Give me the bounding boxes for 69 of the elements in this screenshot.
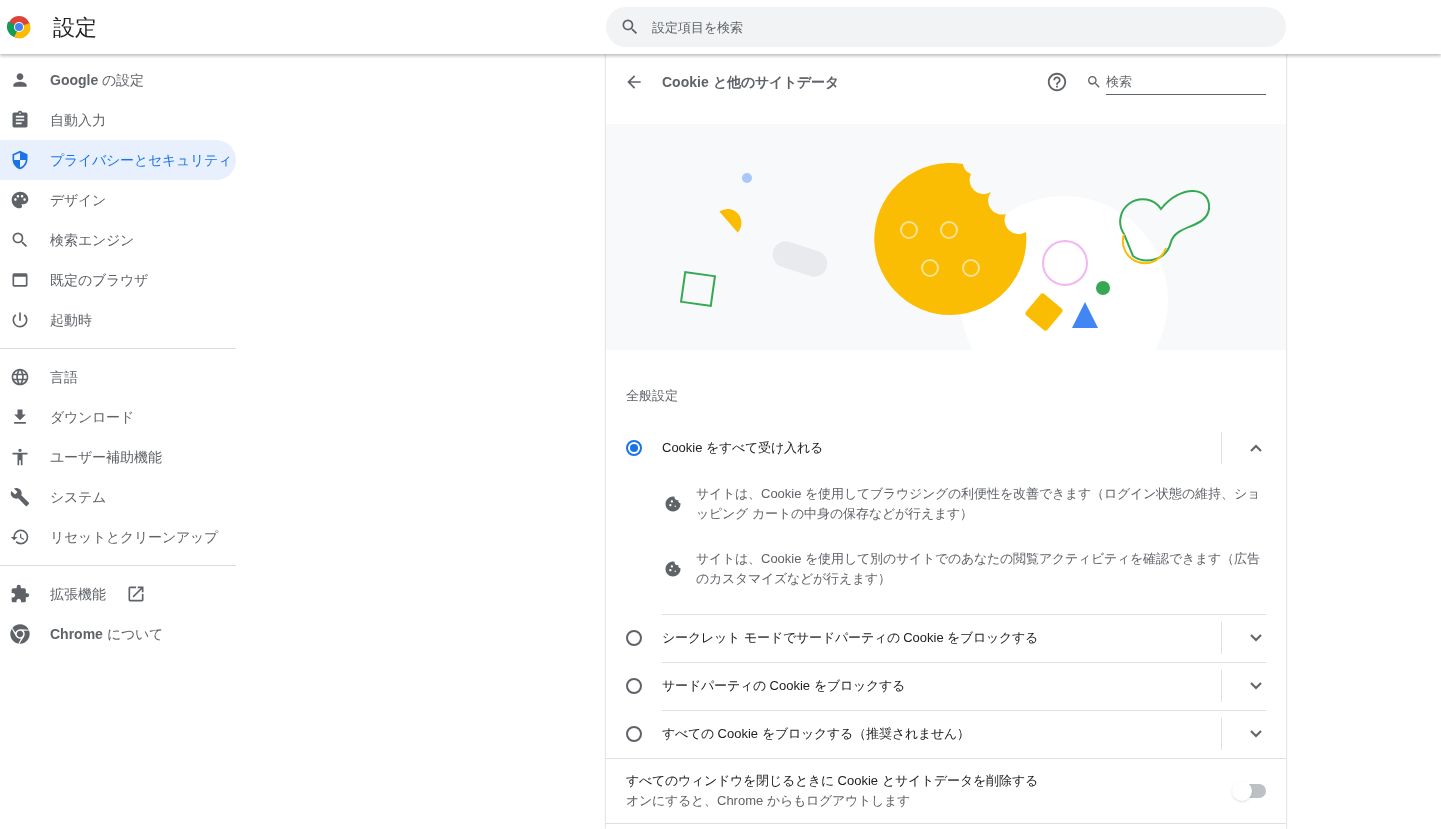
option-description: サイトは、Cookie を使用してブラウジングの利便性を改善できます（ログイン状態の維持、ショッピング カートの中身の保存などが行えます） — [696, 485, 1262, 523]
chevron-down-icon — [1250, 682, 1262, 690]
sidebar-item-label: 拡張機能 — [50, 584, 106, 604]
chevron-down-icon — [1250, 730, 1262, 738]
sidebar-item[interactable]: Google の設定 — [0, 60, 236, 100]
sidebar-item-label: デザイン — [50, 190, 106, 210]
accessibility-icon — [10, 447, 30, 467]
sidebar-item-label: ユーザー補助機能 — [50, 447, 162, 467]
power-icon — [10, 310, 30, 330]
sidebar-item-label: プライバシーとセキュリティ — [50, 150, 232, 170]
chrome-logo-icon — [7, 15, 31, 39]
sidebar-item[interactable]: 言語 — [0, 357, 236, 397]
search-icon — [1086, 74, 1102, 90]
sidebar-item[interactable]: システム — [0, 477, 236, 517]
search-field[interactable]: 検索 — [1106, 69, 1266, 95]
chevron-up-icon — [1250, 443, 1262, 452]
help-icon[interactable] — [1046, 71, 1068, 93]
external-link-icon — [126, 584, 146, 604]
search-field[interactable]: 設定項目を検索 — [606, 7, 1286, 47]
palette-icon — [10, 190, 30, 210]
sidebar-item[interactable]: リセットとクリーンアップ — [0, 517, 236, 557]
sidebar-item[interactable]: プライバシーとセキュリティ — [0, 140, 236, 180]
puzzle-icon — [10, 584, 30, 604]
sidebar-item-label: 既定のブラウザ — [50, 270, 148, 290]
sidebar-item-label: 自動入力 — [50, 110, 106, 130]
option-label: シークレット モードでサードパーティの Cookie をブロックする — [662, 629, 1040, 648]
search-icon — [620, 17, 640, 37]
history-icon — [10, 527, 30, 547]
cookie-icon — [664, 560, 682, 578]
radio-button[interactable] — [626, 677, 642, 694]
sidebar-item[interactable]: Chrome について — [0, 614, 236, 654]
sidebar-item-label: Google の設定 — [50, 70, 145, 90]
radio-button[interactable] — [626, 725, 642, 742]
option-label: サードパーティの Cookie をブロックする — [662, 677, 906, 696]
sidebar-item[interactable]: 拡張機能 — [0, 574, 236, 614]
sidebar-item[interactable]: ダウンロード — [0, 397, 236, 437]
option-description: サイトは、Cookie を使用して別のサイトでのあなたの閲覧アクティビティを確認できます（広告のカスタマイズなどが行えます） — [696, 550, 1262, 588]
sidebar-item-label: システム — [50, 487, 106, 507]
toggle-description: オンにすると、Chrome からもログアウトします — [626, 791, 911, 810]
sidebar-item-label: リセットとクリーンアップ — [50, 527, 218, 547]
globe-icon — [10, 367, 30, 387]
sidebar-item-label: ダウンロード — [50, 407, 134, 427]
sidebar-item[interactable]: 検索エンジン — [0, 220, 236, 260]
sidebar-item-label: 言語 — [50, 367, 78, 387]
toggle-label: すべてのウィンドウを閉じるときに Cookie とサイトデータを削除する — [626, 772, 1039, 790]
radio-button[interactable] — [626, 629, 642, 646]
sidebar-item[interactable]: 自動入力 — [0, 100, 236, 140]
search-icon — [10, 230, 30, 250]
cookie-icon — [664, 495, 682, 513]
browser-window-icon — [10, 270, 30, 290]
radio-button[interactable] — [626, 439, 642, 456]
sidebar-item[interactable]: デザイン — [0, 180, 236, 220]
clipboard-icon — [10, 110, 30, 130]
sidebar-item[interactable]: ユーザー補助機能 — [0, 437, 236, 477]
chrome-icon — [10, 624, 30, 644]
section-heading: Cookie と他のサイトデータ — [662, 72, 840, 92]
sidebar-item[interactable]: 起動時 — [0, 300, 236, 340]
wrench-icon — [10, 487, 30, 507]
option-label: すべての Cookie をブロックする（推奨されません） — [662, 725, 971, 744]
option-label: Cookie をすべて受け入れる — [662, 438, 825, 457]
page-title: 設定 — [53, 13, 97, 42]
sidebar-item[interactable]: 既定のブラウザ — [0, 260, 236, 300]
toggle-switch[interactable] — [1234, 783, 1266, 798]
chevron-down-icon — [1250, 634, 1262, 642]
sidebar-item-label: Chrome について — [50, 624, 163, 644]
section-label: 全般設定 — [626, 387, 679, 405]
sidebar-item-label: 検索エンジン — [50, 230, 134, 250]
sidebar-item-label: 起動時 — [50, 310, 92, 330]
shield-icon — [10, 150, 30, 170]
